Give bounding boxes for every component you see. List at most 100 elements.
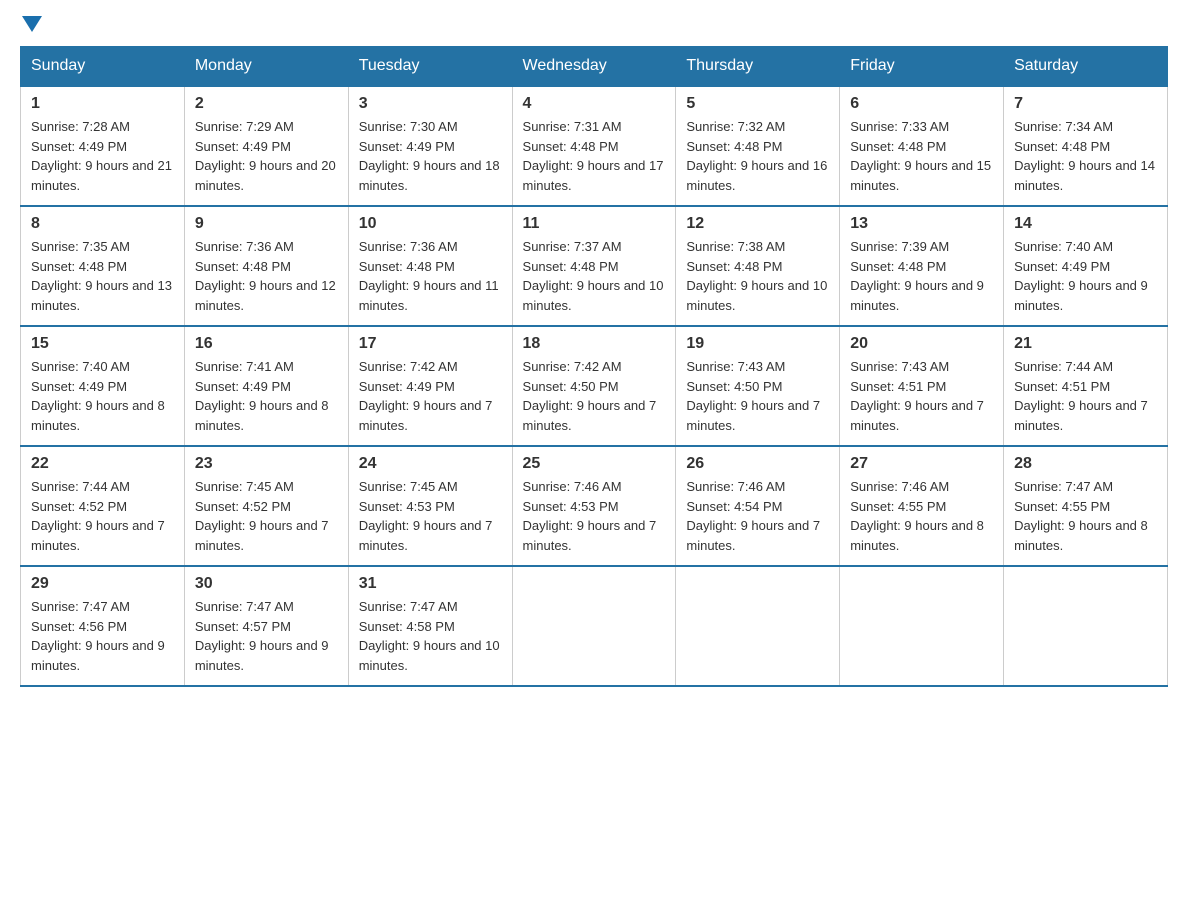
day-number: 14 <box>1014 215 1157 233</box>
day-cell-17: 17 Sunrise: 7:42 AMSunset: 4:49 PMDaylig… <box>348 326 512 446</box>
day-info: Sunrise: 7:37 AMSunset: 4:48 PMDaylight:… <box>523 239 664 313</box>
day-info: Sunrise: 7:34 AMSunset: 4:48 PMDaylight:… <box>1014 119 1155 193</box>
day-cell-7: 7 Sunrise: 7:34 AMSunset: 4:48 PMDayligh… <box>1004 86 1168 206</box>
day-info: Sunrise: 7:36 AMSunset: 4:48 PMDaylight:… <box>195 239 336 313</box>
day-info: Sunrise: 7:40 AMSunset: 4:49 PMDaylight:… <box>1014 239 1148 313</box>
day-info: Sunrise: 7:33 AMSunset: 4:48 PMDaylight:… <box>850 119 991 193</box>
day-info: Sunrise: 7:32 AMSunset: 4:48 PMDaylight:… <box>686 119 827 193</box>
day-cell-14: 14 Sunrise: 7:40 AMSunset: 4:49 PMDaylig… <box>1004 206 1168 326</box>
day-info: Sunrise: 7:42 AMSunset: 4:49 PMDaylight:… <box>359 359 493 433</box>
day-number: 12 <box>686 215 829 233</box>
day-number: 22 <box>31 455 174 473</box>
day-number: 10 <box>359 215 502 233</box>
day-cell-10: 10 Sunrise: 7:36 AMSunset: 4:48 PMDaylig… <box>348 206 512 326</box>
week-row-2: 8 Sunrise: 7:35 AMSunset: 4:48 PMDayligh… <box>21 206 1168 326</box>
calendar-table: SundayMondayTuesdayWednesdayThursdayFrid… <box>20 46 1168 687</box>
calendar-header-row: SundayMondayTuesdayWednesdayThursdayFrid… <box>21 47 1168 87</box>
day-cell-2: 2 Sunrise: 7:29 AMSunset: 4:49 PMDayligh… <box>184 86 348 206</box>
day-cell-23: 23 Sunrise: 7:45 AMSunset: 4:52 PMDaylig… <box>184 446 348 566</box>
day-info: Sunrise: 7:45 AMSunset: 4:53 PMDaylight:… <box>359 479 493 553</box>
day-info: Sunrise: 7:42 AMSunset: 4:50 PMDaylight:… <box>523 359 657 433</box>
empty-cell <box>676 566 840 686</box>
day-number: 31 <box>359 575 502 593</box>
day-number: 27 <box>850 455 993 473</box>
week-row-1: 1 Sunrise: 7:28 AMSunset: 4:49 PMDayligh… <box>21 86 1168 206</box>
day-info: Sunrise: 7:36 AMSunset: 4:48 PMDaylight:… <box>359 239 499 313</box>
day-cell-6: 6 Sunrise: 7:33 AMSunset: 4:48 PMDayligh… <box>840 86 1004 206</box>
day-cell-20: 20 Sunrise: 7:43 AMSunset: 4:51 PMDaylig… <box>840 326 1004 446</box>
week-row-5: 29 Sunrise: 7:47 AMSunset: 4:56 PMDaylig… <box>21 566 1168 686</box>
day-info: Sunrise: 7:44 AMSunset: 4:52 PMDaylight:… <box>31 479 165 553</box>
day-number: 17 <box>359 335 502 353</box>
day-info: Sunrise: 7:31 AMSunset: 4:48 PMDaylight:… <box>523 119 664 193</box>
day-number: 19 <box>686 335 829 353</box>
day-cell-25: 25 Sunrise: 7:46 AMSunset: 4:53 PMDaylig… <box>512 446 676 566</box>
day-cell-26: 26 Sunrise: 7:46 AMSunset: 4:54 PMDaylig… <box>676 446 840 566</box>
day-info: Sunrise: 7:47 AMSunset: 4:58 PMDaylight:… <box>359 599 500 673</box>
day-number: 3 <box>359 95 502 113</box>
day-number: 29 <box>31 575 174 593</box>
day-info: Sunrise: 7:46 AMSunset: 4:53 PMDaylight:… <box>523 479 657 553</box>
header-tuesday: Tuesday <box>348 47 512 87</box>
day-cell-4: 4 Sunrise: 7:31 AMSunset: 4:48 PMDayligh… <box>512 86 676 206</box>
day-number: 21 <box>1014 335 1157 353</box>
day-info: Sunrise: 7:30 AMSunset: 4:49 PMDaylight:… <box>359 119 500 193</box>
logo <box>20 20 42 36</box>
day-number: 11 <box>523 215 666 233</box>
day-info: Sunrise: 7:47 AMSunset: 4:55 PMDaylight:… <box>1014 479 1148 553</box>
day-cell-22: 22 Sunrise: 7:44 AMSunset: 4:52 PMDaylig… <box>21 446 185 566</box>
day-cell-24: 24 Sunrise: 7:45 AMSunset: 4:53 PMDaylig… <box>348 446 512 566</box>
day-info: Sunrise: 7:35 AMSunset: 4:48 PMDaylight:… <box>31 239 172 313</box>
day-cell-18: 18 Sunrise: 7:42 AMSunset: 4:50 PMDaylig… <box>512 326 676 446</box>
header-sunday: Sunday <box>21 47 185 87</box>
day-number: 9 <box>195 215 338 233</box>
page-header <box>20 20 1168 36</box>
day-info: Sunrise: 7:46 AMSunset: 4:54 PMDaylight:… <box>686 479 820 553</box>
day-cell-13: 13 Sunrise: 7:39 AMSunset: 4:48 PMDaylig… <box>840 206 1004 326</box>
day-cell-1: 1 Sunrise: 7:28 AMSunset: 4:49 PMDayligh… <box>21 86 185 206</box>
day-number: 13 <box>850 215 993 233</box>
day-number: 6 <box>850 95 993 113</box>
day-info: Sunrise: 7:39 AMSunset: 4:48 PMDaylight:… <box>850 239 984 313</box>
day-info: Sunrise: 7:43 AMSunset: 4:51 PMDaylight:… <box>850 359 984 433</box>
day-cell-3: 3 Sunrise: 7:30 AMSunset: 4:49 PMDayligh… <box>348 86 512 206</box>
day-cell-16: 16 Sunrise: 7:41 AMSunset: 4:49 PMDaylig… <box>184 326 348 446</box>
day-cell-12: 12 Sunrise: 7:38 AMSunset: 4:48 PMDaylig… <box>676 206 840 326</box>
day-number: 23 <box>195 455 338 473</box>
empty-cell <box>1004 566 1168 686</box>
day-cell-29: 29 Sunrise: 7:47 AMSunset: 4:56 PMDaylig… <box>21 566 185 686</box>
day-number: 24 <box>359 455 502 473</box>
day-info: Sunrise: 7:28 AMSunset: 4:49 PMDaylight:… <box>31 119 172 193</box>
day-number: 28 <box>1014 455 1157 473</box>
header-saturday: Saturday <box>1004 47 1168 87</box>
empty-cell <box>840 566 1004 686</box>
day-cell-30: 30 Sunrise: 7:47 AMSunset: 4:57 PMDaylig… <box>184 566 348 686</box>
day-number: 5 <box>686 95 829 113</box>
header-thursday: Thursday <box>676 47 840 87</box>
day-number: 2 <box>195 95 338 113</box>
day-cell-28: 28 Sunrise: 7:47 AMSunset: 4:55 PMDaylig… <box>1004 446 1168 566</box>
day-cell-9: 9 Sunrise: 7:36 AMSunset: 4:48 PMDayligh… <box>184 206 348 326</box>
day-number: 30 <box>195 575 338 593</box>
day-cell-31: 31 Sunrise: 7:47 AMSunset: 4:58 PMDaylig… <box>348 566 512 686</box>
day-info: Sunrise: 7:46 AMSunset: 4:55 PMDaylight:… <box>850 479 984 553</box>
day-info: Sunrise: 7:44 AMSunset: 4:51 PMDaylight:… <box>1014 359 1148 433</box>
day-cell-5: 5 Sunrise: 7:32 AMSunset: 4:48 PMDayligh… <box>676 86 840 206</box>
header-wednesday: Wednesday <box>512 47 676 87</box>
day-info: Sunrise: 7:40 AMSunset: 4:49 PMDaylight:… <box>31 359 165 433</box>
day-cell-8: 8 Sunrise: 7:35 AMSunset: 4:48 PMDayligh… <box>21 206 185 326</box>
day-number: 4 <box>523 95 666 113</box>
day-number: 7 <box>1014 95 1157 113</box>
day-cell-11: 11 Sunrise: 7:37 AMSunset: 4:48 PMDaylig… <box>512 206 676 326</box>
empty-cell <box>512 566 676 686</box>
day-number: 16 <box>195 335 338 353</box>
day-info: Sunrise: 7:43 AMSunset: 4:50 PMDaylight:… <box>686 359 820 433</box>
day-number: 18 <box>523 335 666 353</box>
week-row-4: 22 Sunrise: 7:44 AMSunset: 4:52 PMDaylig… <box>21 446 1168 566</box>
day-cell-27: 27 Sunrise: 7:46 AMSunset: 4:55 PMDaylig… <box>840 446 1004 566</box>
day-number: 26 <box>686 455 829 473</box>
day-cell-21: 21 Sunrise: 7:44 AMSunset: 4:51 PMDaylig… <box>1004 326 1168 446</box>
day-info: Sunrise: 7:47 AMSunset: 4:56 PMDaylight:… <box>31 599 165 673</box>
day-info: Sunrise: 7:47 AMSunset: 4:57 PMDaylight:… <box>195 599 329 673</box>
day-info: Sunrise: 7:41 AMSunset: 4:49 PMDaylight:… <box>195 359 329 433</box>
